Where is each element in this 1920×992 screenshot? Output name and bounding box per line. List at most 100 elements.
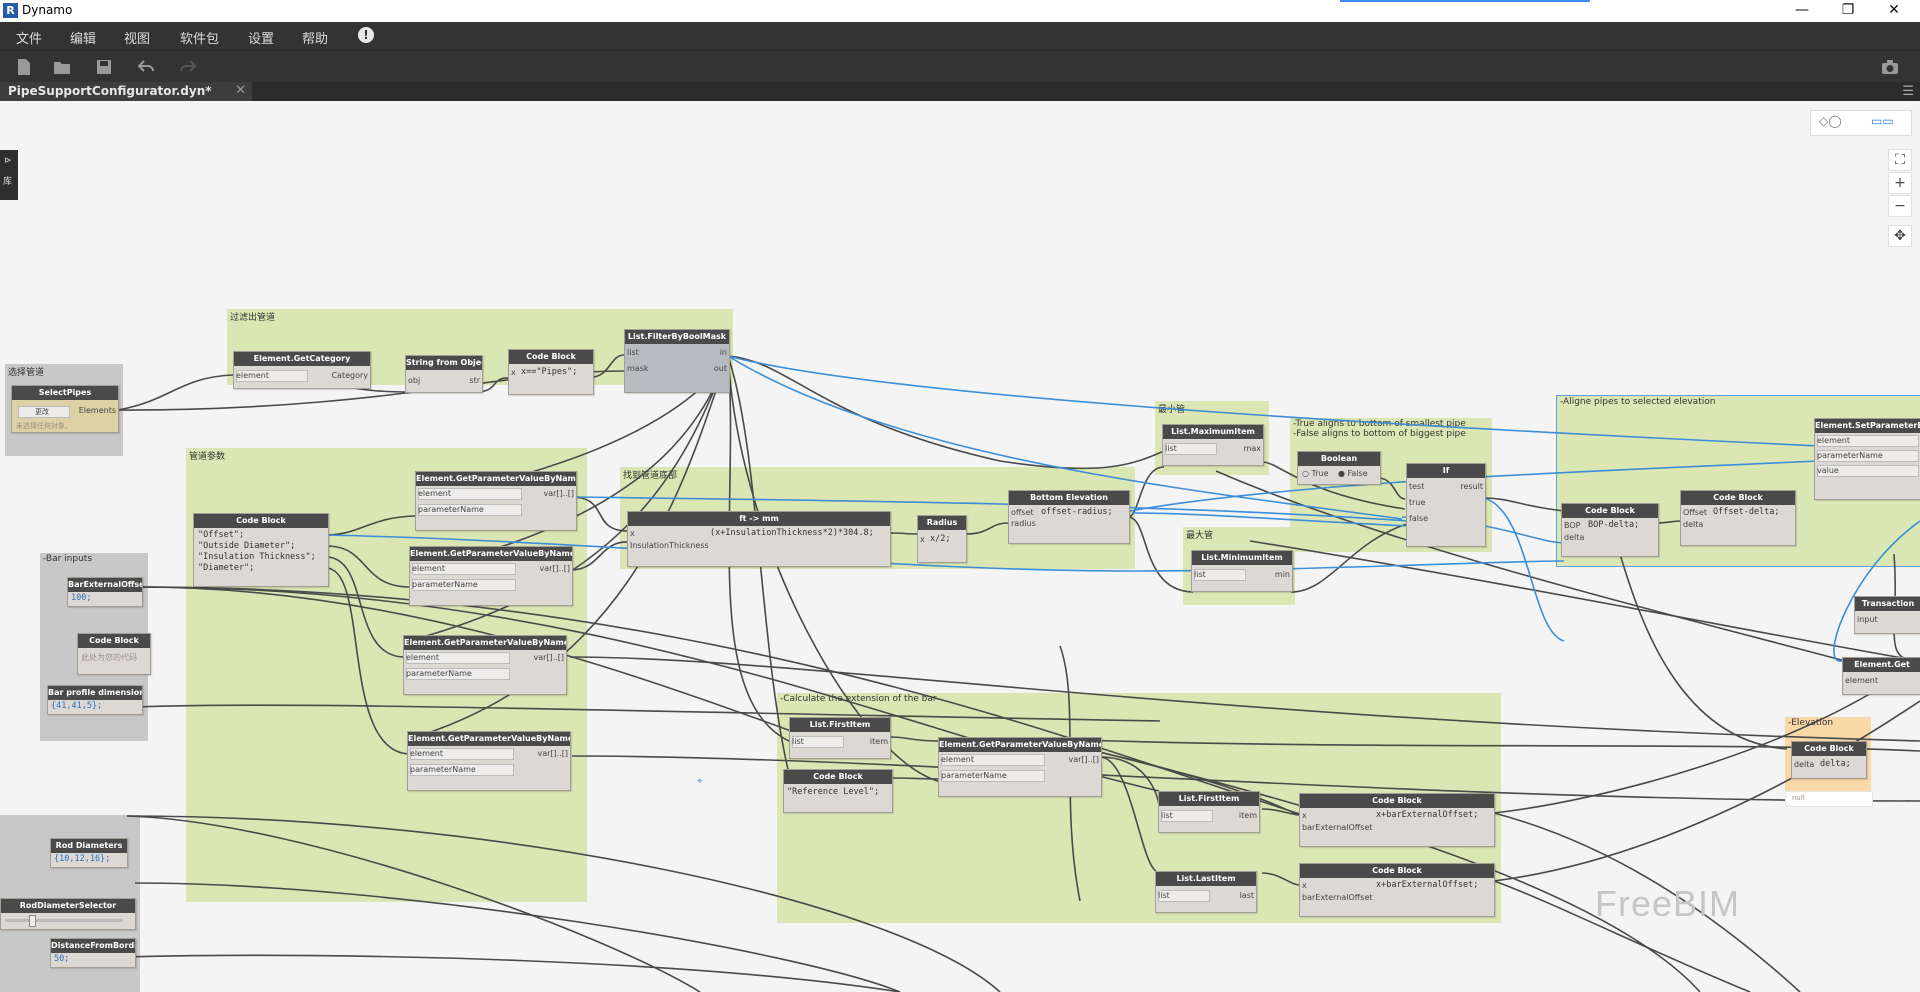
node-list-last-item[interactable]: List.LastItem list last: [1155, 871, 1257, 913]
port-parameter-name[interactable]: parameterName: [412, 580, 478, 589]
port-insulation-thickness[interactable]: InsulationThickness: [630, 541, 709, 550]
new-file-icon[interactable]: [14, 57, 34, 77]
code-text[interactable]: x=="Pipes";: [521, 367, 577, 377]
port-var[interactable]: var[]..[]: [540, 564, 571, 573]
port-true[interactable]: true: [1409, 498, 1425, 507]
code-text[interactable]: 50;: [54, 954, 69, 964]
menu-edit[interactable]: 编辑: [70, 28, 96, 47]
code-text[interactable]: Offset-delta;: [1713, 507, 1780, 517]
node-ft-to-mm[interactable]: ft -> mm x InsulationThickness (x+Insula…: [627, 511, 891, 567]
port-false[interactable]: false: [1409, 514, 1428, 523]
node-bar-external-offset[interactable]: BarExternalOffset 100;: [67, 577, 143, 607]
code-text[interactable]: {41,41,5};: [51, 701, 102, 711]
minimize-button[interactable]: —: [1780, 0, 1824, 22]
port-parameter-name[interactable]: parameterName: [406, 669, 472, 678]
port-max[interactable]: max: [1244, 444, 1261, 453]
port-elements[interactable]: Elements: [79, 406, 116, 415]
slider-thumb[interactable]: [29, 915, 36, 927]
node-boolean[interactable]: Boolean ○ True ● False: [1297, 451, 1381, 485]
code-text[interactable]: "Offset"; "Outside Diameter"; "Insulatio…: [198, 530, 316, 574]
node-string-from-object[interactable]: String from Object obj str: [405, 355, 483, 393]
port-list[interactable]: list: [792, 737, 804, 746]
code-text[interactable]: "Reference Level";: [787, 787, 879, 797]
port-delta[interactable]: delta: [1564, 533, 1584, 542]
port-bar-external-offset[interactable]: barExternalOffset: [1302, 893, 1373, 902]
port-element[interactable]: element: [941, 755, 974, 764]
port-item[interactable]: item: [870, 737, 888, 746]
node-get-param-4[interactable]: Element.GetParameterValueByName element …: [407, 731, 571, 791]
undo-icon[interactable]: [136, 57, 156, 77]
port-element[interactable]: element: [406, 653, 439, 662]
node-list-first-item-1[interactable]: List.FirstItem list item: [789, 717, 891, 759]
port-var[interactable]: var[]..[]: [1069, 755, 1100, 764]
port-item[interactable]: item: [1239, 811, 1257, 820]
pan-icon[interactable]: ✥: [1888, 225, 1912, 247]
node-code-block-bop[interactable]: Code Block BOP delta BOP-delta;: [1561, 503, 1659, 557]
port-x[interactable]: x: [1302, 811, 1307, 820]
node-list-first-item-2[interactable]: List.FirstItem list item: [1158, 791, 1260, 833]
node-code-block-extension-2[interactable]: Code Block x barExternalOffset x+barExte…: [1299, 863, 1495, 917]
node-get-param-3[interactable]: Element.GetParameterValueByName element …: [403, 635, 567, 695]
zoom-out-icon[interactable]: −: [1888, 195, 1912, 217]
port-input[interactable]: input: [1857, 615, 1878, 624]
view-mode-toggle[interactable]: ◇◯ ▭▭: [1810, 110, 1912, 136]
tabs-menu-icon[interactable]: ☰: [1902, 84, 1914, 99]
node-element-get[interactable]: Element.Get element: [1842, 657, 1920, 695]
code-text[interactable]: delta;: [1820, 759, 1851, 769]
slider-track[interactable]: [5, 919, 123, 922]
menu-file[interactable]: 文件: [16, 28, 42, 47]
port-out[interactable]: out: [714, 364, 727, 373]
save-icon[interactable]: [94, 57, 114, 77]
node-rod-diameters[interactable]: Rod Diameters {10,12,16};: [50, 838, 128, 868]
code-text[interactable]: x+barExternalOffset;: [1376, 880, 1478, 890]
code-placeholder[interactable]: 此处为您的代码: [81, 652, 137, 663]
node-get-param-1[interactable]: Element.GetParameterValueByName element …: [415, 471, 577, 531]
port-delta[interactable]: delta: [1794, 760, 1814, 769]
screenshot-camera-icon[interactable]: [1880, 57, 1900, 77]
port-parameter-name[interactable]: parameterName: [410, 765, 476, 774]
port-category[interactable]: Category: [331, 371, 368, 380]
port-x[interactable]: x: [920, 535, 925, 544]
node-transaction[interactable]: Transaction input: [1854, 596, 1920, 634]
node-code-block-empty[interactable]: Code Block 此处为您的代码: [77, 633, 151, 675]
port-in[interactable]: in: [720, 348, 727, 357]
port-offset[interactable]: offset: [1011, 508, 1034, 517]
library-panel-tab[interactable]: ⊳ 库: [0, 150, 18, 200]
radio-true[interactable]: ○ True: [1302, 469, 1329, 478]
port-x[interactable]: x: [630, 529, 635, 538]
node-code-block-offset[interactable]: Code Block Offset delta Offset-delta;: [1680, 490, 1796, 546]
menu-packages[interactable]: 软件包: [180, 28, 219, 47]
port-min[interactable]: min: [1275, 570, 1290, 579]
menu-settings[interactable]: 设置: [248, 28, 274, 47]
code-text[interactable]: 100;: [71, 593, 91, 603]
code-text[interactable]: {10,12,16};: [54, 854, 110, 864]
port-element[interactable]: element: [412, 564, 445, 573]
port-obj[interactable]: obj: [408, 376, 420, 385]
menu-help[interactable]: 帮助: [302, 28, 328, 47]
port-parameter-name[interactable]: parameterName: [418, 505, 484, 514]
port-result[interactable]: result: [1460, 482, 1483, 491]
tab-file[interactable]: PipeSupportConfigurator.dyn* ✕: [0, 82, 252, 101]
menu-view[interactable]: 视图: [124, 28, 150, 47]
tab-close-icon[interactable]: ✕: [235, 83, 246, 98]
port-element[interactable]: element: [1817, 436, 1850, 445]
change-selection-button[interactable]: 更改: [18, 406, 70, 418]
port-list[interactable]: list: [1165, 444, 1177, 453]
port-delta[interactable]: delta: [1683, 520, 1703, 529]
port-last[interactable]: last: [1240, 891, 1254, 900]
port-list[interactable]: list: [1158, 891, 1170, 900]
node-code-block-pipes[interactable]: Code Block x x=="Pipes";: [508, 349, 594, 395]
port-list[interactable]: list: [1161, 811, 1173, 820]
node-code-block-delta[interactable]: Code Block delta delta;: [1791, 741, 1867, 779]
close-window-button[interactable]: ✕: [1872, 0, 1916, 22]
node-bar-profile-dimensions[interactable]: Bar profile dimensions {41,41,5};: [47, 685, 143, 715]
node-list-maximum[interactable]: List.MaximumItem list max: [1162, 424, 1264, 466]
port-mask[interactable]: mask: [627, 364, 649, 373]
port-var[interactable]: var[]..[]: [534, 653, 565, 662]
code-text[interactable]: BOP-delta;: [1588, 520, 1639, 530]
node-list-minimum[interactable]: List.MinimumItem list min: [1191, 550, 1293, 592]
node-select-pipes[interactable]: SelectPipes 更改 Elements 未选择任何对象。: [11, 385, 119, 433]
node-code-block-reference-level[interactable]: Code Block "Reference Level";: [783, 769, 893, 813]
node-rod-diameter-selector[interactable]: RodDiameterSelector: [0, 898, 136, 930]
node-filter-by-bool-mask[interactable]: List.FilterByBoolMask list mask in out: [624, 329, 730, 393]
